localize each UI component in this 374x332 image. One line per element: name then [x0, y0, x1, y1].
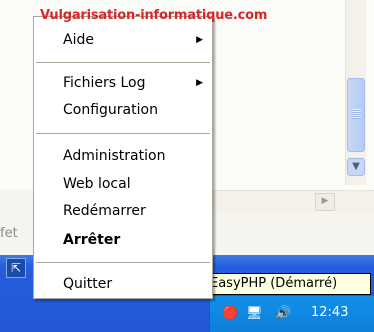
volume-tray-icon[interactable]: 🔊	[275, 306, 291, 322]
network-tray-icon[interactable]: 🖥	[246, 306, 263, 322]
menu-item-label: Fichiers Log	[63, 75, 146, 91]
menu-item-fichiers-log[interactable]: Fichiers Log ▶	[34, 71, 212, 95]
scrollbar-thumb[interactable]	[347, 78, 365, 152]
triangle-right-icon: ▶	[321, 196, 329, 206]
menu-item-label: Web local	[63, 176, 131, 192]
taskbar-app-icon[interactable]: ⇱	[6, 258, 26, 278]
menu-item-configuration[interactable]: Configuration	[34, 98, 212, 122]
submenu-arrow-icon: ▶	[196, 35, 203, 45]
horizontal-scrollbar[interactable]: ▶	[200, 190, 374, 211]
scroll-right-button[interactable]: ▶	[315, 193, 335, 211]
chevron-down-icon: ▼	[352, 161, 360, 172]
scroll-down-button[interactable]: ▼	[347, 158, 365, 176]
menu-item-label: Aide	[63, 32, 94, 48]
submenu-arrow-icon: ▶	[196, 78, 203, 88]
menu-item-web-local[interactable]: Web local	[34, 172, 212, 196]
menu-item-administration[interactable]: Administration	[34, 144, 212, 168]
watermark-logo: Vulgarisation-informatique.com	[40, 8, 268, 23]
vertical-scrollbar[interactable]: ▼	[345, 0, 366, 185]
menu-item-label: Configuration	[63, 102, 158, 118]
scrollbar-grip-icon	[352, 109, 361, 119]
tray-tooltip: EasyPHP (Démarré)	[205, 273, 371, 295]
menu-separator	[36, 133, 210, 134]
menu-item-label: Arrêter	[63, 232, 121, 248]
menu-separator	[36, 262, 210, 263]
menu-item-arreter[interactable]: Arrêter	[34, 228, 212, 252]
menu-separator	[36, 62, 210, 63]
background-partial-text: fet	[0, 226, 18, 241]
menu-item-aide[interactable]: Aide ▶	[34, 28, 212, 52]
taskbar-clock[interactable]: 12:43	[311, 305, 348, 320]
menu-item-label: Quitter	[63, 276, 113, 292]
menu-item-label: Administration	[63, 148, 166, 164]
easyphp-tray-icon[interactable]: 🔴	[222, 306, 238, 322]
tray-context-menu: Aide ▶ Fichiers Log ▶ Configuration Admi…	[33, 16, 213, 299]
menu-item-quitter[interactable]: Quitter	[34, 272, 212, 296]
menu-item-redemarrer[interactable]: Redémarrer	[34, 199, 212, 223]
menu-item-label: Redémarrer	[63, 203, 146, 219]
